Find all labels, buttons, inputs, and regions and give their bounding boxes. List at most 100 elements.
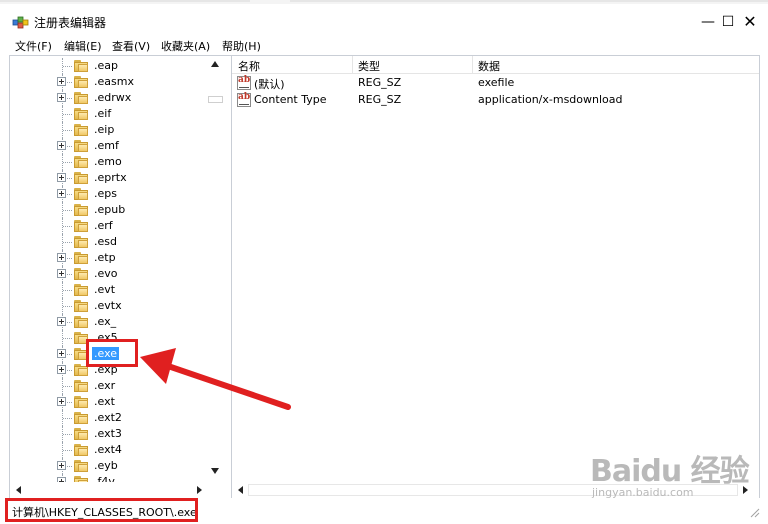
tree-item[interactable]: .edrwx — [10, 90, 206, 106]
tree-item[interactable]: .erf — [10, 218, 206, 234]
expand-plus-icon[interactable] — [57, 349, 66, 358]
folder-icon — [74, 460, 90, 473]
tree-item[interactable]: .esd — [10, 234, 206, 250]
value-row[interactable]: ab (默认) REG_SZ exefile — [232, 75, 759, 92]
menu-view[interactable]: 查看(V) — [112, 38, 150, 54]
expand-plus-icon[interactable] — [57, 461, 66, 470]
tree-item-label: .eap — [94, 59, 118, 72]
tree-connector — [63, 162, 72, 163]
expand-plus-icon[interactable] — [57, 365, 66, 374]
folder-icon — [74, 140, 90, 153]
tree-item[interactable]: .ext4 — [10, 442, 206, 458]
tree-item[interactable]: .f4v — [10, 474, 206, 482]
tree-item-label: .eif — [94, 107, 112, 120]
scroll-down-icon[interactable] — [211, 468, 219, 474]
string-value-icon: ab — [237, 75, 251, 90]
scroll-up-icon[interactable] — [211, 61, 219, 67]
tree-item[interactable]: .evo — [10, 266, 206, 282]
baidu-watermark: Baidu 经验 jingyan.baidu.com — [590, 446, 760, 502]
tree-horizontal-scrollbar[interactable] — [10, 482, 224, 498]
tree-item[interactable]: .evtx — [10, 298, 206, 314]
resize-grip-icon[interactable] — [748, 506, 760, 518]
expand-plus-icon[interactable] — [57, 397, 66, 406]
close-button[interactable]: ✕ — [740, 13, 760, 31]
folder-icon — [74, 284, 90, 297]
tree-item-label: .eip — [94, 123, 115, 136]
tree-item[interactable]: .eif — [10, 106, 206, 122]
window-title: 注册表编辑器 — [34, 16, 107, 30]
folder-icon — [74, 396, 90, 409]
expand-plus-icon[interactable] — [57, 253, 66, 262]
folder-icon — [74, 156, 90, 169]
tree-hscroll-thumb[interactable] — [26, 484, 190, 496]
tree-connector — [63, 450, 72, 451]
menu-help[interactable]: 帮助(H) — [222, 38, 261, 54]
folder-icon — [74, 92, 90, 105]
column-type[interactable]: 类型 — [358, 58, 380, 74]
value-row[interactable]: ab Content Type REG_SZ application/x-msd… — [232, 92, 759, 109]
tree-scroll-thumb[interactable] — [208, 96, 223, 103]
expand-plus-icon[interactable] — [57, 77, 66, 86]
tree-item[interactable]: .easmx — [10, 74, 206, 90]
tree-item[interactable]: .etp — [10, 250, 206, 266]
folder-icon — [74, 316, 90, 329]
tree-item-label: .evo — [94, 267, 118, 280]
expand-plus-icon[interactable] — [57, 269, 66, 278]
tree-item-label: .edrwx — [94, 91, 132, 104]
tree-item[interactable]: .ex_ — [10, 314, 206, 330]
menu-file[interactable]: 文件(F) — [15, 38, 52, 54]
menu-edit[interactable]: 编辑(E) — [64, 38, 102, 54]
tree-connector — [63, 418, 72, 419]
expand-plus-icon[interactable] — [57, 93, 66, 102]
tree-item[interactable]: .eip — [10, 122, 206, 138]
column-name[interactable]: 名称 — [238, 58, 260, 74]
tree-item[interactable]: .ext3 — [10, 426, 206, 442]
values-list-pane[interactable]: 名称 类型 数据 ab (默认) REG_SZ exefile ab Conte… — [231, 55, 760, 499]
tree-item-label: .evtx — [94, 299, 122, 312]
column-data[interactable]: 数据 — [478, 58, 500, 74]
menu-favorites[interactable]: 收藏夹(A) — [161, 38, 210, 54]
tree-connector — [63, 434, 72, 435]
tree-connector — [63, 386, 72, 387]
tree-item[interactable]: .epub — [10, 202, 206, 218]
red-arrow-icon — [140, 348, 291, 410]
expand-plus-icon[interactable] — [57, 189, 66, 198]
tree-item[interactable]: .eyb — [10, 458, 206, 474]
minimize-button[interactable]: — — [698, 13, 718, 31]
column-header: 名称 类型 数据 — [232, 56, 759, 74]
tree-item-label: .epub — [94, 203, 126, 216]
tree-item-label: .emo — [94, 155, 122, 168]
folder-icon — [74, 124, 90, 137]
maximize-button[interactable]: ☐ — [718, 13, 738, 31]
expand-plus-icon[interactable] — [57, 317, 66, 326]
folder-icon — [74, 204, 90, 217]
value-name: Content Type — [254, 93, 327, 106]
tree-connector — [63, 210, 72, 211]
scroll-left-icon[interactable] — [16, 486, 21, 494]
tree-item-label: .erf — [94, 219, 113, 232]
folder-icon — [74, 236, 90, 249]
tree-item[interactable]: .eps — [10, 186, 206, 202]
watermark-url: jingyan.baidu.com — [592, 486, 694, 499]
value-data: exefile — [478, 76, 515, 89]
folder-icon — [74, 60, 90, 73]
expand-plus-icon[interactable] — [57, 173, 66, 182]
tree-item[interactable]: .evt — [10, 282, 206, 298]
tree-item[interactable]: .eprtx — [10, 170, 206, 186]
tree-item[interactable]: .emo — [10, 154, 206, 170]
tree-item[interactable]: .eap — [10, 58, 206, 74]
folder-icon — [74, 444, 90, 457]
tree-item-label: .ext3 — [94, 427, 122, 440]
tree-connector — [63, 242, 72, 243]
tree-item-label: .evt — [94, 283, 116, 296]
tree-item[interactable]: .emf — [10, 138, 206, 154]
value-name: (默认) — [254, 78, 285, 91]
folder-icon — [74, 412, 90, 425]
folder-icon — [74, 428, 90, 441]
key-tree-pane[interactable]: .eap .easmx .edrwx .eif .eip .emf .emo .eprtx .e… — [9, 55, 232, 499]
watermark-logo: Baidu 经验 — [590, 454, 750, 489]
expand-plus-icon[interactable] — [57, 141, 66, 150]
scroll-right-icon[interactable] — [197, 486, 202, 494]
string-value-icon: ab — [237, 92, 251, 107]
scroll-left-icon[interactable] — [238, 486, 243, 494]
